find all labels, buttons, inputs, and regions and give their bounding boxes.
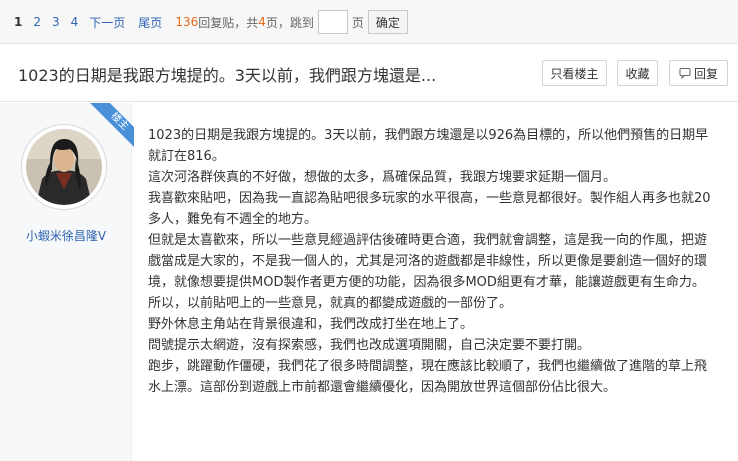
- page-link-3[interactable]: 3: [52, 15, 60, 29]
- jump-confirm-button[interactable]: 确定: [367, 10, 408, 34]
- page-link-4[interactable]: 4: [71, 15, 79, 29]
- post-paragraph: 但就是太喜歡來，所以一些意見經過評估後確時更合適，我們就會調整，這是我一向的作風…: [148, 233, 708, 290]
- reply-count: 136: [175, 15, 199, 29]
- page-total-unit: 页: [265, 15, 278, 30]
- favorite-button[interactable]: 收藏: [617, 60, 658, 86]
- jump-unit: 页: [351, 15, 364, 30]
- pagination-bar: 1 2 3 4 下一页 尾页 136 回复贴，共 4 页 ，跳到 页 确定: [0, 0, 738, 44]
- thread-title: 1023的日期是我跟方塊提的。3天以前，我們跟方塊還是...: [18, 66, 437, 85]
- page-link-1: 1: [14, 15, 23, 29]
- post-paragraph: 跑步，跳躍動作僵硬，我們花了很多時間調整，現在應該比較順了，我們也繼續做了進階的…: [148, 359, 708, 395]
- favorite-label: 收藏: [625, 66, 650, 81]
- post: 小蝦米徐昌隆V 楼主 1023的日期是我跟方塊提的。3天以前，我們跟方塊還是以9…: [0, 103, 738, 461]
- pagination-row: 1 2 3 4 下一页 尾页 136 回复贴，共 4 页 ，跳到 页 确定: [14, 10, 408, 34]
- only-op-label: 只看楼主: [550, 66, 599, 81]
- jump-label: ，跳到: [277, 15, 314, 30]
- post-paragraph: 問號提示太網遊，沒有探索感，我們也改成選項開關，自己決定要不要打開。: [148, 338, 591, 353]
- post-paragraph: 野外休息主角站在背景很違和，我們改成打坐在地上了。: [148, 317, 474, 332]
- post-paragraph: 我喜歡來貼吧，因為我一直認為貼吧很多玩家的水平很高，一些意見都很好。製作組人再多…: [148, 191, 711, 227]
- thread-title-bar: 1023的日期是我跟方塊提的。3天以前，我們跟方塊還是... 只看楼主 收藏 回…: [0, 45, 738, 102]
- last-page-link[interactable]: 尾页: [138, 14, 162, 31]
- jump-page-input[interactable]: [317, 10, 348, 34]
- post-paragraph: 所以，以前貼吧上的一些意見，就真的都變成遊戲的一部份了。: [148, 296, 513, 311]
- post-content: 1023的日期是我跟方塊提的。3天以前，我們跟方塊還是以926為目標的，所以他們…: [148, 125, 718, 398]
- only-op-button[interactable]: 只看楼主: [542, 60, 607, 86]
- reply-button[interactable]: 回复: [669, 60, 728, 86]
- post-paragraph: 這次河洛群俠真的不好做，想做的太多，爲確保品質，我跟方塊要求延期一個月。: [148, 170, 617, 185]
- reply-count-label: 回复贴，共: [198, 15, 259, 30]
- author-username[interactable]: 小蝦米徐昌隆V: [0, 227, 132, 244]
- page-link-2[interactable]: 2: [33, 15, 41, 29]
- op-badge-label: 楼主: [87, 103, 134, 154]
- op-badge: 楼主: [74, 103, 134, 163]
- page-total: 4: [258, 15, 266, 29]
- reply-icon: [679, 68, 691, 79]
- post-paragraph: 1023的日期是我跟方塊提的。3天以前，我們跟方塊還是以926為目標的，所以他們…: [148, 128, 709, 164]
- reply-label: 回复: [693, 66, 718, 81]
- next-page-link[interactable]: 下一页: [89, 14, 125, 31]
